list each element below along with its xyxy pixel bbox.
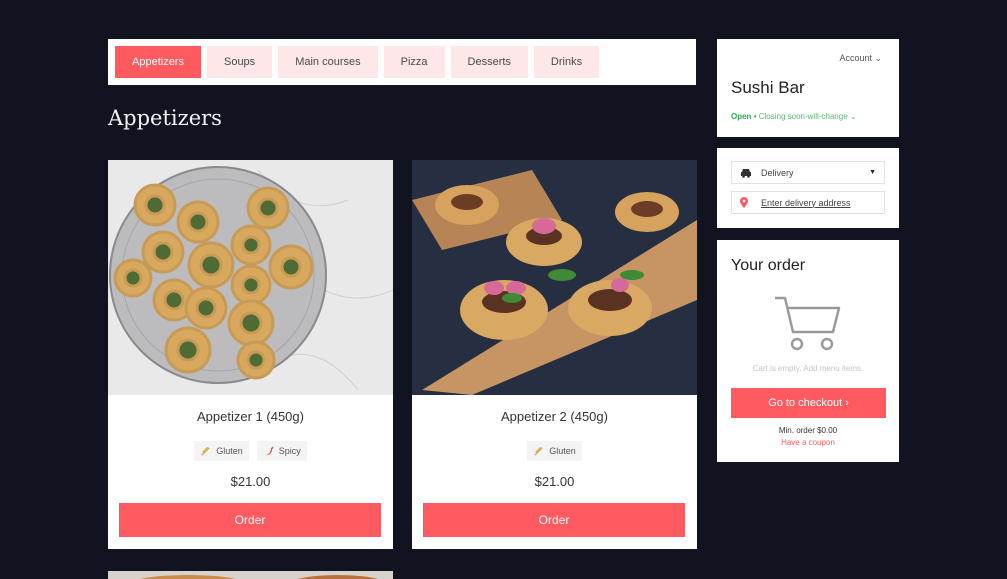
product-card: Appetizer 1 (450g) Gluten Spicy $21.00 O… xyxy=(108,160,393,549)
car-icon xyxy=(741,168,751,178)
caret-down-icon: ▼ xyxy=(869,169,876,176)
tab-drinks[interactable]: Drinks xyxy=(533,46,600,78)
min-order-text: Min. order $0.00 xyxy=(778,426,838,435)
product-image[interactable] xyxy=(412,160,697,395)
tag-gluten: Gluten xyxy=(194,441,249,461)
product-price: $21.00 xyxy=(230,474,271,489)
tab-appetizers[interactable]: Appetizers xyxy=(115,46,201,78)
tag-label: Spicy xyxy=(278,446,301,456)
product-image[interactable] xyxy=(108,571,393,579)
store-name: Sushi Bar xyxy=(731,78,805,97)
delivery-method-value: Delivery xyxy=(761,167,794,178)
product-price: $21.00 xyxy=(534,474,575,489)
delivery-method-select[interactable]: Delivery ▼ xyxy=(731,161,885,184)
tag-label: Gluten xyxy=(549,446,576,456)
tab-desserts[interactable]: Desserts xyxy=(450,46,528,78)
tab-soups[interactable]: Soups xyxy=(206,46,273,78)
tab-main-courses[interactable]: Main courses xyxy=(278,46,378,78)
shopping-cart-icon xyxy=(775,296,841,351)
tag-label: Gluten xyxy=(216,446,243,456)
product-name[interactable]: Appetizer 1 (450g) xyxy=(108,409,393,424)
order-button[interactable]: Order xyxy=(423,503,685,537)
location-pin-icon xyxy=(740,197,748,208)
open-status: Open xyxy=(731,112,752,121)
wheat-icon xyxy=(201,446,210,456)
delivery-address-field[interactable]: Enter delivery address xyxy=(731,191,885,214)
product-tags: Gluten xyxy=(412,441,697,461)
product-card: Appetizer 2 (450g) Gluten $21.00 Order xyxy=(412,160,697,549)
cart-empty-message: Cart is empty. Add menu items. xyxy=(752,364,864,373)
product-name[interactable]: Appetizer 2 (450g) xyxy=(412,409,697,424)
store-panel: Account ⌄ Sushi Bar Open • Closing soon-… xyxy=(717,39,899,137)
tag-spicy: Spicy xyxy=(256,441,307,461)
chili-icon xyxy=(265,446,274,455)
product-card xyxy=(108,571,393,579)
section-title: Appetizers xyxy=(108,106,222,130)
order-title: Your order xyxy=(731,257,806,274)
category-tabs: Appetizers Soups Main courses Pizza Dess… xyxy=(108,39,696,85)
product-tags: Gluten Spicy xyxy=(108,441,393,461)
order-button[interactable]: Order xyxy=(119,503,381,537)
tag-gluten: Gluten xyxy=(527,441,582,461)
opening-hours-toggle[interactable]: Closing soon-will-change ⌄ xyxy=(759,112,857,121)
tab-pizza[interactable]: Pizza xyxy=(383,46,445,78)
order-panel: Your order Cart is empty. Add menu items… xyxy=(717,240,899,462)
delivery-panel: Delivery ▼ Enter delivery address xyxy=(717,148,899,228)
store-status: Open • Closing soon-will-change ⌄ xyxy=(731,112,857,121)
wheat-icon xyxy=(534,446,543,456)
checkout-button[interactable]: Go to checkout › xyxy=(731,388,886,418)
delivery-address-link[interactable]: Enter delivery address xyxy=(761,198,851,208)
account-menu[interactable]: Account ⌄ xyxy=(839,53,882,64)
coupon-link[interactable]: Have a coupon xyxy=(717,438,899,447)
product-image[interactable] xyxy=(108,160,393,395)
